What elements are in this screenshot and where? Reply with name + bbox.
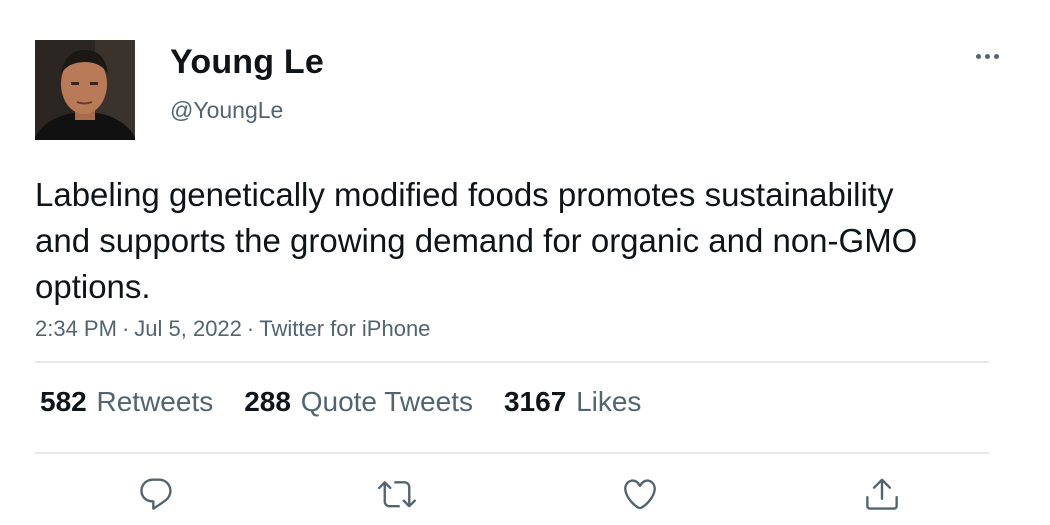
share-icon (866, 478, 898, 510)
tweet-date[interactable]: Jul 5, 2022 (134, 316, 242, 341)
avatar[interactable] (35, 40, 135, 140)
avatar-image (35, 40, 135, 140)
retweet-button[interactable] (375, 472, 419, 516)
tweet-meta: 2:34 PM · Jul 5, 2022 · Twitter for iPhone (35, 316, 430, 342)
more-options-icon[interactable] (970, 46, 1004, 66)
quote-tweets-stat[interactable]: 288 Quote Tweets (244, 386, 473, 418)
action-bar (0, 472, 1050, 516)
retweets-count: 582 (40, 386, 87, 417)
share-button[interactable] (860, 472, 904, 516)
likes-label: Likes (576, 386, 642, 417)
more-dot (975, 53, 981, 59)
like-icon (624, 479, 656, 510)
display-name[interactable]: Young Le (170, 43, 324, 82)
like-button[interactable] (618, 472, 662, 516)
quote-tweets-label: Quote Tweets (300, 386, 473, 417)
retweet-icon (378, 481, 416, 508)
likes-stat[interactable]: 3167 Likes (504, 386, 641, 418)
quote-tweets-count: 288 (244, 386, 291, 417)
user-handle[interactable]: @YoungLe (170, 97, 283, 124)
retweets-label: Retweets (96, 386, 214, 417)
divider (35, 452, 989, 454)
reply-icon (140, 478, 172, 510)
tweet-stats: 582 Retweets 288 Quote Tweets 3167 Likes (40, 386, 641, 418)
divider (35, 361, 989, 363)
meta-separator: · (246, 316, 255, 341)
tweet-time[interactable]: 2:34 PM (35, 316, 117, 341)
more-dot (984, 53, 990, 59)
meta-separator: · (121, 316, 130, 341)
reply-button[interactable] (134, 472, 178, 516)
tweet-text: Labeling genetically modified foods prom… (35, 176, 918, 305)
retweets-stat[interactable]: 582 Retweets (40, 386, 213, 418)
more-dot (993, 53, 999, 59)
tweet-source[interactable]: Twitter for iPhone (259, 316, 430, 341)
likes-count: 3167 (503, 386, 567, 417)
